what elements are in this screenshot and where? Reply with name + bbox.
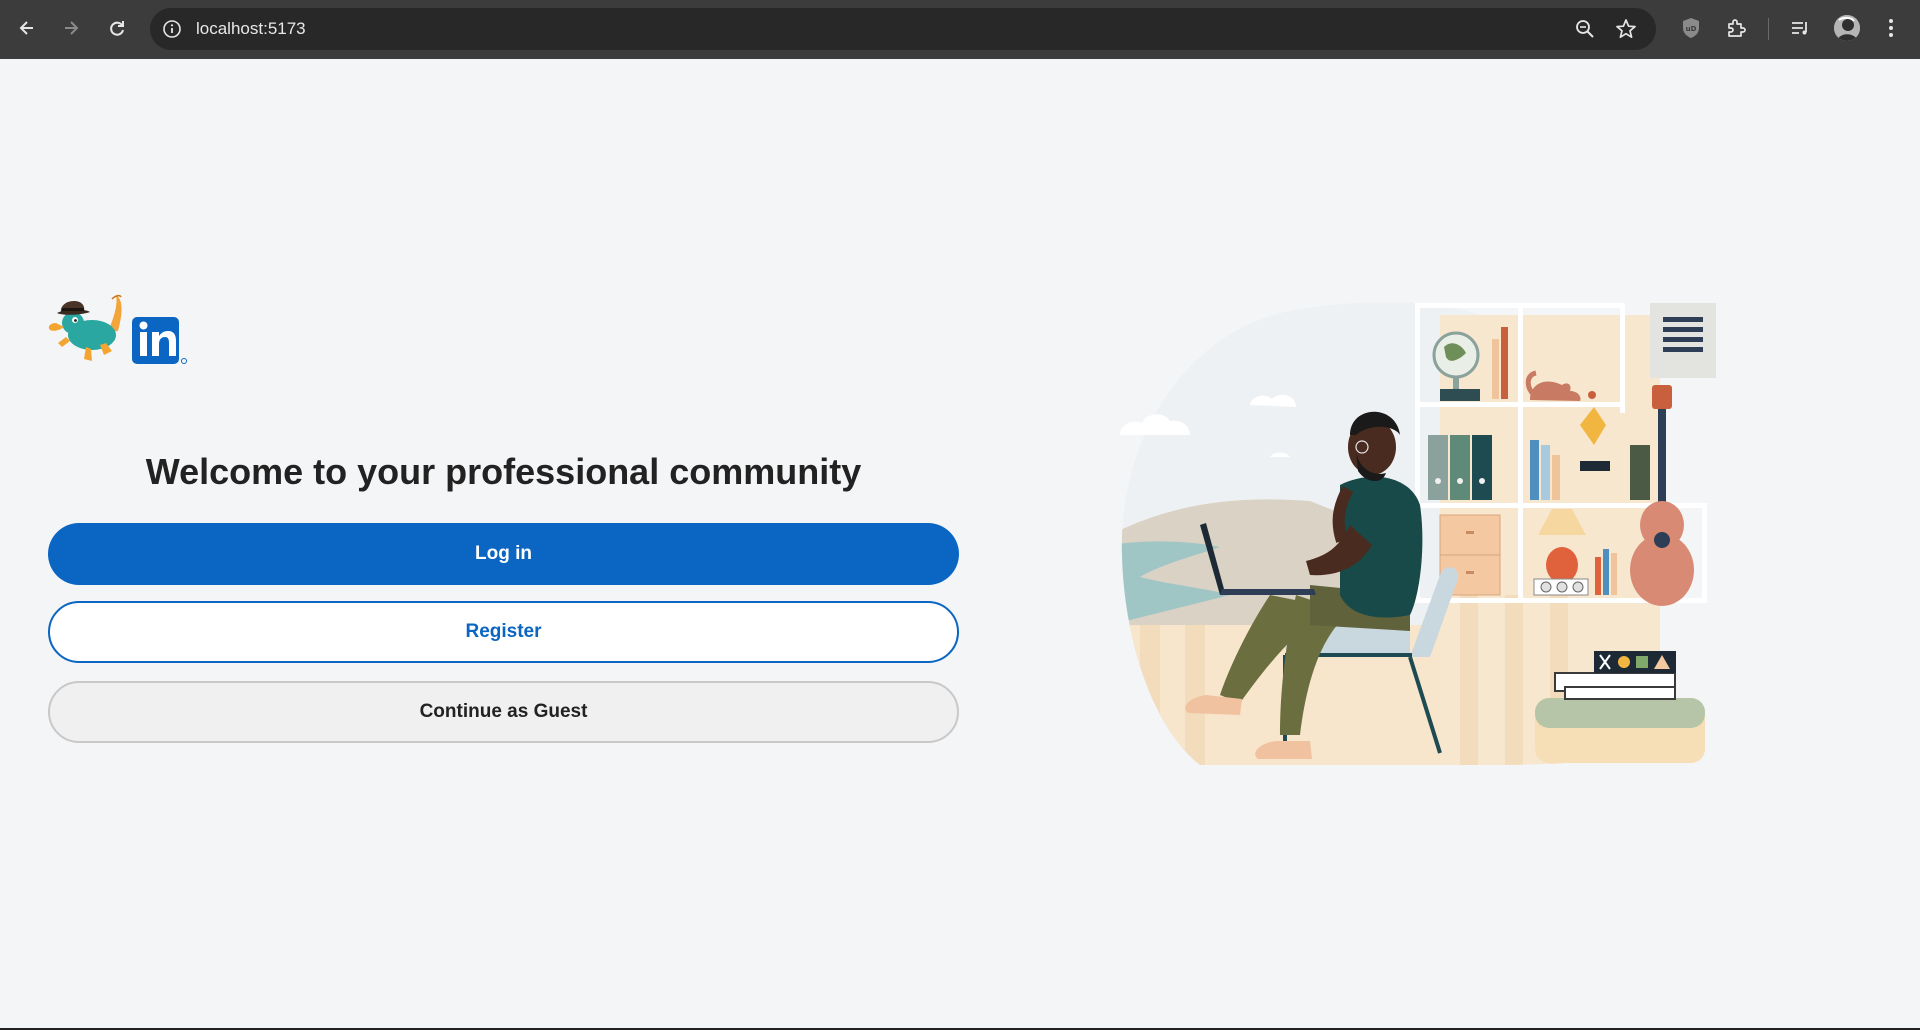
address-bar[interactable]: localhost:5173 <box>150 8 1656 50</box>
hero-illustration <box>1110 295 1720 770</box>
register-button[interactable]: Register <box>48 601 959 663</box>
puzzle-extension-icon[interactable] <box>1723 15 1749 41</box>
svg-text:uD: uD <box>1686 25 1697 33</box>
kebab-menu-icon[interactable] <box>1878 15 1904 41</box>
login-button[interactable]: Log in <box>48 523 959 585</box>
url-text[interactable]: localhost:5173 <box>196 19 306 39</box>
info-icon[interactable] <box>162 19 182 39</box>
continue-as-guest-button[interactable]: Continue as Guest <box>48 681 959 743</box>
star-icon[interactable] <box>1614 17 1638 41</box>
profile-avatar[interactable] <box>1834 15 1860 41</box>
browser-toolbar: localhost:5173 uD <box>0 0 1920 59</box>
page-title: Welcome to your professional community <box>145 451 862 492</box>
back-arrow-icon[interactable] <box>12 13 42 43</box>
forward-arrow-icon[interactable] <box>56 13 86 43</box>
reload-icon[interactable] <box>102 13 132 43</box>
toolbar-divider <box>1768 18 1769 40</box>
media-control-icon[interactable] <box>1787 15 1813 41</box>
linkedin-platypus-logo <box>48 287 193 375</box>
zoom-icon[interactable] <box>1574 18 1596 40</box>
shield-extension-icon[interactable]: uD <box>1678 15 1704 41</box>
